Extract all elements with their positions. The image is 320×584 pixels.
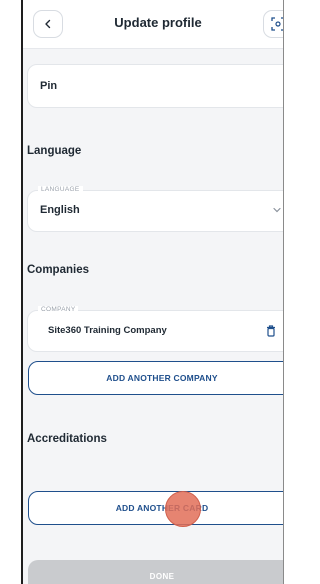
scan-button[interactable] xyxy=(263,10,283,38)
pin-field[interactable]: Pin xyxy=(27,64,283,108)
back-button[interactable] xyxy=(33,10,63,38)
page-title: Update profile xyxy=(114,15,202,30)
company-field-legend: COMPANY xyxy=(38,306,79,313)
chevron-left-icon xyxy=(45,19,51,29)
add-another-card-button[interactable]: ADD ANOTHER CARD xyxy=(28,491,283,525)
company-value: Site360 Training Company xyxy=(48,325,167,336)
language-select[interactable]: LANGUAGE English xyxy=(27,186,283,232)
language-selected-value: English xyxy=(40,204,80,216)
mobile-screen: Update profile Pin Language LANGUAGE Eng… xyxy=(23,0,283,584)
language-section-title: Language xyxy=(27,145,82,157)
trash-icon[interactable] xyxy=(266,325,276,337)
companies-section-title: Companies xyxy=(27,264,89,276)
app-header: Update profile xyxy=(23,0,283,49)
done-button[interactable]: DONE xyxy=(28,560,283,584)
touch-indicator xyxy=(165,491,201,527)
add-another-company-button[interactable]: ADD ANOTHER COMPANY xyxy=(28,361,283,395)
language-field-legend: LANGUAGE xyxy=(38,186,83,193)
scan-icon xyxy=(271,17,283,31)
company-field[interactable]: COMPANY Site360 Training Company xyxy=(27,306,283,352)
chevron-down-icon xyxy=(273,207,281,213)
pin-value: Pin xyxy=(40,80,58,92)
accreditations-section-title: Accreditations xyxy=(27,433,107,445)
window-edge-right xyxy=(283,0,284,584)
